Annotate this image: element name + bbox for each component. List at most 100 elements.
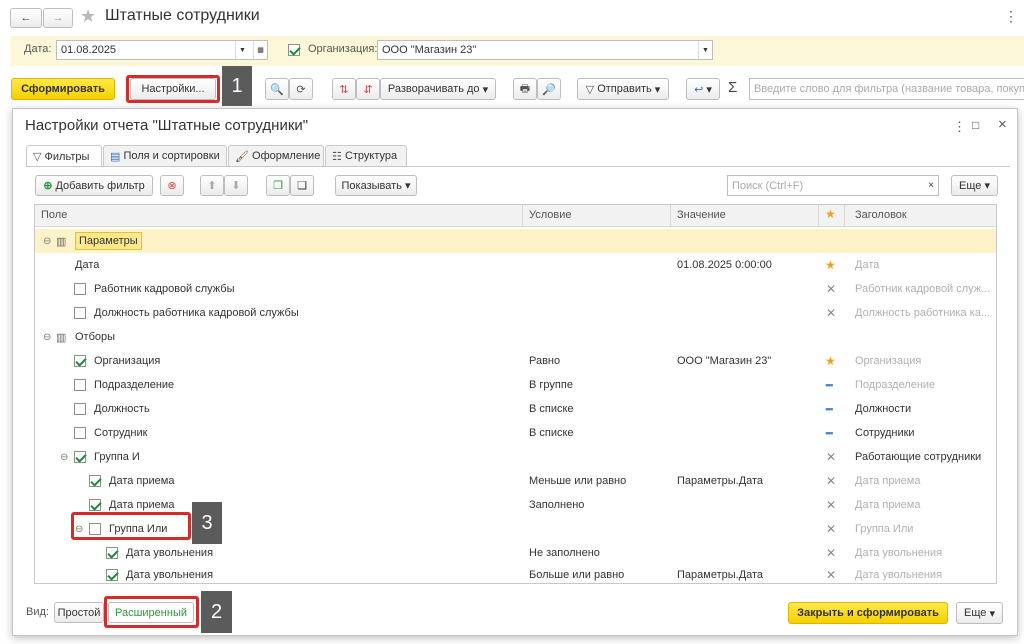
close-icon[interactable]: ✕: [826, 277, 836, 301]
row-checkbox-wrap[interactable]: [74, 349, 86, 373]
row-checkbox[interactable]: [74, 355, 86, 367]
row-checkbox-wrap[interactable]: [89, 469, 101, 493]
col-star-icon: ★: [825, 207, 836, 221]
collapse-icon[interactable]: ⊖: [60, 445, 68, 469]
row-title: Должность работника ка...: [855, 307, 990, 319]
favorite-star-icon[interactable]: ★: [80, 6, 96, 27]
back-button[interactable]: ←: [10, 8, 42, 28]
preview-button[interactable]: 🔎: [537, 78, 561, 100]
tab-structure[interactable]: ☷ Структура: [325, 145, 407, 166]
print-button[interactable]: 🖶: [513, 78, 537, 100]
date-dropdown-icon[interactable]: ▼: [235, 41, 249, 59]
organization-field[interactable]: ООО "Магазин 23" ▼: [377, 40, 713, 60]
row-condition: В списке: [529, 403, 574, 415]
date-field[interactable]: 01.08.2025 ▼ ▦: [56, 40, 268, 60]
close-icon[interactable]: ✕: [826, 469, 836, 493]
organization-checkbox[interactable]: [288, 44, 300, 56]
search-next-button[interactable]: ⟳: [289, 78, 313, 100]
star-icon[interactable]: ★: [825, 349, 836, 373]
row-checkbox[interactable]: [89, 475, 101, 487]
organization-dropdown-icon[interactable]: ▼: [698, 41, 712, 59]
row-checkbox[interactable]: [106, 547, 118, 559]
search-field[interactable]: Поиск (Ctrl+F) ×: [727, 175, 939, 196]
undo-icon: ↩: [694, 83, 704, 96]
expand-dropdown[interactable]: Разворачивать до ▾: [380, 78, 496, 100]
row-title: Дата приема: [855, 499, 921, 511]
copy-button[interactable]: ❏: [290, 175, 314, 196]
table-row[interactable]: ⊖ Группа И ✕ Работающие сотрудники: [35, 445, 996, 469]
table-row[interactable]: ⊖ ▥ Параметры: [35, 229, 996, 253]
tabs-divider: [26, 166, 1010, 167]
dialog-close-icon[interactable]: ×: [998, 116, 1007, 133]
table-row[interactable]: Должность работника кадровой службы ✕ До…: [35, 301, 996, 325]
row-checkbox-wrap[interactable]: [74, 421, 86, 445]
dialog-menu-icon[interactable]: ⋮: [953, 119, 966, 135]
table-row[interactable]: Организация Равно ООО "Магазин 23" ★ Орг…: [35, 349, 996, 373]
row-checkbox[interactable]: [74, 403, 86, 415]
close-icon[interactable]: ✕: [826, 301, 836, 325]
table-row[interactable]: Сотрудник В списке ━ Сотрудники: [35, 421, 996, 445]
delete-button[interactable]: ⊗: [160, 175, 184, 196]
row-checkbox-wrap[interactable]: [74, 397, 86, 421]
group-button[interactable]: ❐: [266, 175, 290, 196]
generate-button[interactable]: Сформировать: [11, 78, 115, 100]
star-icon[interactable]: ★: [825, 253, 836, 277]
tab-appearance[interactable]: 🖌 Оформление: [228, 145, 324, 166]
dash-icon[interactable]: ━: [826, 373, 833, 397]
close-icon[interactable]: ✕: [826, 445, 836, 469]
search-button[interactable]: 🔍: [265, 78, 289, 100]
show-dropdown[interactable]: Показывать ▾: [335, 175, 417, 196]
row-checkbox-wrap[interactable]: [74, 277, 86, 301]
table-row[interactable]: ⊖ ▥ Отборы: [35, 325, 996, 349]
row-checkbox-wrap[interactable]: [74, 301, 86, 325]
more-dropdown[interactable]: Еще ▾: [951, 175, 998, 196]
send-dropdown[interactable]: ▽ Отправить ▾: [577, 78, 669, 100]
add-filter-button[interactable]: ⊕ Добавить фильтр: [35, 175, 153, 196]
collapse-icon[interactable]: ⊖: [43, 229, 51, 253]
close-icon[interactable]: ✕: [826, 541, 836, 565]
close-icon[interactable]: ✕: [826, 493, 836, 517]
row-checkbox-wrap[interactable]: [74, 445, 86, 469]
forward-button[interactable]: →: [43, 8, 73, 28]
report-filter-input[interactable]: Введите слово для фильтра (название това…: [749, 78, 1024, 100]
sort-asc-button[interactable]: ⇅: [332, 78, 356, 100]
collapse-icon[interactable]: ⊖: [43, 325, 51, 349]
dash-icon[interactable]: ━: [826, 421, 833, 445]
row-checkbox-wrap[interactable]: [106, 563, 118, 583]
table-row[interactable]: Дата увольнения Не заполнено ✕ Дата увол…: [35, 541, 996, 565]
table-row[interactable]: Должность В списке ━ Должности: [35, 397, 996, 421]
sum-icon[interactable]: Σ: [728, 79, 737, 96]
row-checkbox-wrap[interactable]: [74, 373, 86, 397]
row-checkbox[interactable]: [74, 379, 86, 391]
move-up-button[interactable]: ⬆: [200, 175, 224, 196]
row-condition: В группе: [529, 379, 573, 391]
row-checkbox[interactable]: [74, 283, 86, 295]
row-checkbox[interactable]: [74, 307, 86, 319]
tab-fields-sorting[interactable]: ▤ Поля и сортировки: [103, 145, 227, 166]
move-down-button[interactable]: ⬇: [224, 175, 248, 196]
table-row[interactable]: Дата приема Меньше или равно Параметры.Д…: [35, 469, 996, 493]
table-row[interactable]: Дата 01.08.2025 0:00:00 ★ Дата: [35, 253, 996, 277]
clear-search-icon[interactable]: ×: [924, 176, 938, 195]
fields-icon: ▤: [110, 150, 121, 163]
row-checkbox[interactable]: [106, 569, 118, 581]
undo-dropdown[interactable]: ↩ ▾: [686, 78, 720, 100]
row-checkbox[interactable]: [74, 451, 86, 463]
row-checkbox[interactable]: [89, 499, 101, 511]
table-row[interactable]: Подразделение В группе ━ Подразделение: [35, 373, 996, 397]
simple-view-button[interactable]: Простой: [54, 602, 104, 623]
calendar-icon[interactable]: ▦: [253, 41, 267, 59]
tab-filters[interactable]: ▽ Фильтры: [26, 145, 102, 167]
close-icon[interactable]: ✕: [826, 563, 836, 583]
window-menu-icon[interactable]: ⋮: [1004, 8, 1018, 25]
dialog-minimize-icon[interactable]: □: [972, 118, 979, 132]
footer-more-dropdown[interactable]: Еще ▾: [956, 602, 1003, 624]
row-checkbox[interactable]: [74, 427, 86, 439]
dash-icon[interactable]: ━: [826, 397, 833, 421]
close-and-generate-button[interactable]: Закрыть и сформировать: [788, 602, 948, 624]
row-checkbox-wrap[interactable]: [106, 541, 118, 565]
sort-desc-button[interactable]: ⇵: [356, 78, 380, 100]
close-icon[interactable]: ✕: [826, 517, 836, 541]
table-row[interactable]: Работник кадровой службы ✕ Работник кадр…: [35, 277, 996, 301]
table-row[interactable]: Дата увольнения Больше или равно Парамет…: [35, 563, 996, 583]
